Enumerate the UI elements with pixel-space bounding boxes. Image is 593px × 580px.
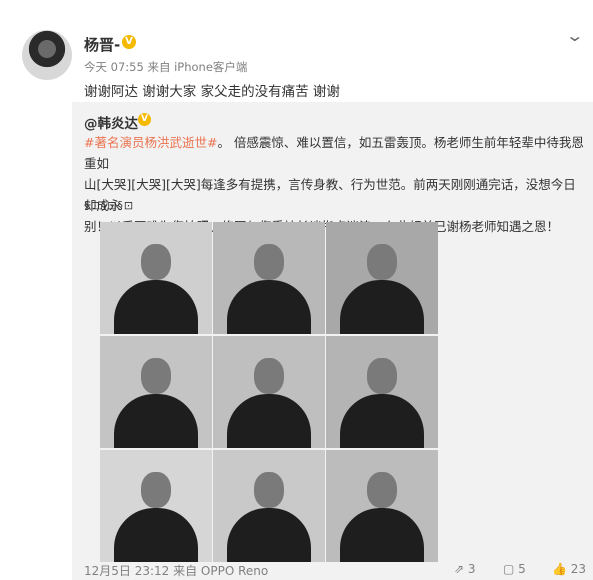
photo-figure-head (367, 358, 397, 394)
comment-button[interactable]: ▢ 5 (503, 562, 526, 576)
photo-figure-head (367, 472, 397, 508)
photo-figure (114, 394, 198, 448)
photo-figure (227, 508, 311, 562)
repost-emoji-row: §⊡§⊡§⊡ (84, 199, 135, 212)
photo-thumbnail[interactable] (326, 336, 438, 448)
chevron-down-icon[interactable]: ⌄ (565, 26, 584, 45)
photo-figure (114, 508, 198, 562)
photo-figure-head (254, 358, 284, 394)
photo-thumbnail[interactable] (100, 336, 212, 448)
like-count: 23 (570, 562, 587, 576)
post-meta: 今天 07:55 来自 iPhone客户端 (84, 60, 248, 74)
photo-figure-head (254, 472, 284, 508)
photo-figure-head (254, 244, 284, 280)
repost-footer: 12月5日 23:12 来自 OPPO Reno (84, 564, 269, 578)
comment-count: 5 (518, 562, 526, 576)
photo-figure-head (141, 244, 171, 280)
avatar[interactable] (22, 30, 72, 80)
repost-author[interactable]: @韩炎达 (84, 112, 138, 132)
photo-figure (340, 508, 424, 562)
forward-icon: ⇗ (454, 562, 465, 576)
photo-thumbnail[interactable] (213, 336, 325, 448)
photo-figure-head (141, 472, 171, 508)
verified-badge-icon: V (122, 35, 136, 49)
post-username[interactable]: 杨晋- (84, 34, 120, 55)
repost-hashtag[interactable]: #著名演员杨洪武逝世# (84, 135, 217, 150)
photo-thumbnail[interactable] (326, 450, 438, 562)
photo-thumbnail[interactable] (213, 222, 325, 334)
forward-button[interactable]: ⇗ 3 (454, 562, 476, 576)
photo-thumbnail[interactable] (100, 222, 212, 334)
photo-figure (227, 280, 311, 334)
photo-figure (340, 394, 424, 448)
photo-figure (114, 280, 198, 334)
photo-figure (227, 394, 311, 448)
photo-figure-head (141, 358, 171, 394)
repost-verified-badge-icon: V (138, 113, 151, 126)
photo-thumbnail[interactable] (326, 222, 438, 334)
photo-figure (340, 280, 424, 334)
like-icon: 👍 (552, 562, 567, 576)
like-button[interactable]: 👍 23 (552, 562, 586, 576)
photo-figure-head (367, 244, 397, 280)
comment-icon: ▢ (503, 562, 515, 576)
repost-body-line2: 山[大哭][大哭][大哭]每逢多有提携，言传身教、行为世范。前两天刚刚通完话，没… (84, 177, 576, 213)
photo-thumbnail[interactable] (100, 450, 212, 562)
photo-thumbnail[interactable] (213, 450, 325, 562)
forward-count: 3 (467, 562, 476, 576)
post-text: 谢谢阿达 谢谢大家 家父走的没有痛苦 谢谢 (84, 84, 340, 100)
